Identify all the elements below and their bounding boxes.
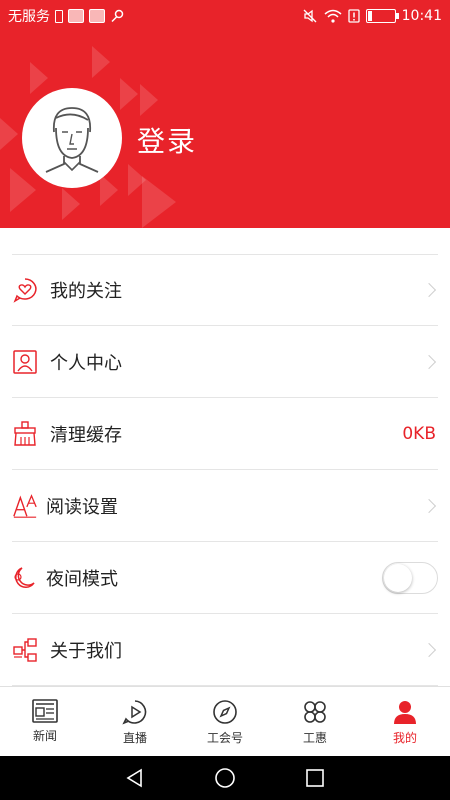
tab-label: 直播 <box>122 731 147 745</box>
chevron-right-icon <box>421 498 437 513</box>
decor-triangle <box>100 174 118 206</box>
menu-item-label: 清理缓存 <box>50 424 122 446</box>
decor-triangle <box>30 62 48 94</box>
menu-item-clear-cache[interactable]: 清理缓存 0KB <box>12 398 438 470</box>
settings-menu: 我的关注 个人中心 清理缓存 0KB 阅读设置 夜间模式 关于我们 <box>0 254 450 686</box>
decor-triangle <box>62 188 80 220</box>
clock-text: 10:41 <box>401 8 442 24</box>
cache-size-value: 0KB <box>402 423 436 444</box>
carrier-text: 无服务 <box>8 9 50 25</box>
user-avatar-icon <box>45 107 99 173</box>
command-icon <box>304 701 326 723</box>
chevron-right-icon <box>421 642 437 657</box>
tab-mine[interactable]: 我的 <box>360 687 450 756</box>
person-card-icon <box>12 349 38 375</box>
bottom-tab-bar: 新闻 直播 工会号 工惠 我的 <box>0 686 450 756</box>
tab-label: 新闻 <box>32 729 57 743</box>
decor-triangle <box>142 176 176 228</box>
decor-triangle <box>120 78 138 110</box>
mute-icon <box>303 9 317 23</box>
login-link[interactable]: 登录 <box>137 120 197 160</box>
home-icon[interactable] <box>214 767 236 789</box>
key-icon <box>111 9 124 23</box>
system-nav-bar <box>0 756 450 800</box>
menu-item-about-us[interactable]: 关于我们 <box>12 614 438 686</box>
decor-triangle <box>92 46 110 78</box>
broom-icon <box>12 420 38 447</box>
menu-item-night-mode: 夜间模式 <box>12 542 438 614</box>
org-chart-icon <box>12 637 38 663</box>
tab-live[interactable]: 直播 <box>90 687 180 756</box>
status-right: 10:41 <box>302 8 442 24</box>
person-icon <box>394 701 416 724</box>
menu-item-my-follows[interactable]: 我的关注 <box>12 254 438 326</box>
tab-benefits[interactable]: 工惠 <box>270 687 360 756</box>
profile-header: 登录 <box>0 32 450 228</box>
back-icon[interactable] <box>125 768 145 788</box>
heart-chat-icon <box>12 277 38 303</box>
night-mode-toggle[interactable] <box>382 561 438 594</box>
tab-union-account[interactable]: 工会号 <box>180 687 270 756</box>
app-notification-icon <box>68 9 84 23</box>
menu-item-label: 关于我们 <box>50 640 122 662</box>
battery-icon <box>365 9 399 23</box>
decor-triangle <box>10 168 36 212</box>
chevron-right-icon <box>421 354 437 369</box>
menu-item-label: 阅读设置 <box>46 496 118 518</box>
decor-triangle <box>140 84 158 116</box>
wifi-icon <box>324 9 342 23</box>
status-left: 无服务 <box>8 6 124 26</box>
menu-item-label: 夜间模式 <box>46 568 118 590</box>
chevron-right-icon <box>421 282 437 298</box>
menu-item-personal-center[interactable]: 个人中心 <box>12 326 438 398</box>
compass-icon <box>213 700 237 724</box>
tab-label: 工惠 <box>302 731 327 745</box>
menu-item-label: 我的关注 <box>50 281 122 302</box>
sim-icon <box>55 9 63 23</box>
alert-icon <box>347 9 360 23</box>
decor-triangle <box>0 118 18 150</box>
menu-item-label: 个人中心 <box>50 352 122 374</box>
tab-label: 工会号 <box>206 731 243 745</box>
font-size-icon <box>12 493 38 519</box>
tab-news[interactable]: 新闻 <box>0 687 90 756</box>
status-bar: 无服务 10:41 <box>0 0 450 32</box>
play-icon <box>122 700 147 725</box>
news-icon <box>32 699 58 723</box>
moon-icon <box>12 565 38 591</box>
menu-item-reading-settings[interactable]: 阅读设置 <box>12 470 438 542</box>
recents-icon[interactable] <box>305 768 325 788</box>
tab-label: 我的 <box>392 731 417 745</box>
app-notification-icon <box>89 9 105 23</box>
toggle-knob <box>384 563 412 592</box>
avatar[interactable] <box>22 88 122 188</box>
